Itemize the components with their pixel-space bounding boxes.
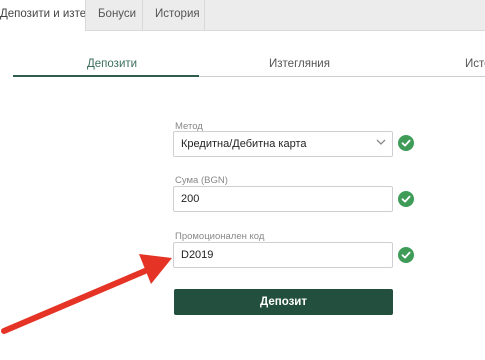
promo-code-input[interactable]: D2019 xyxy=(173,242,393,268)
promo-code-label: Промоционален код xyxy=(175,231,265,242)
amount-value: 200 xyxy=(181,193,200,205)
subtab-deposits[interactable]: Депозити xyxy=(87,58,137,70)
amount-input[interactable]: 200 xyxy=(173,186,393,212)
tab-history[interactable]: История xyxy=(143,0,205,30)
top-tab-bar: Депозити и изтегляния Бонуси История xyxy=(0,0,485,31)
tab-deposits-withdrawals[interactable]: Депозити и изтегляния xyxy=(0,0,86,31)
deposit-button[interactable]: Депозит xyxy=(174,289,393,315)
subtab-history[interactable]: Истор xyxy=(465,58,485,70)
amount-label: Сума (BGN) xyxy=(175,175,228,186)
subtab-divider xyxy=(199,76,485,77)
check-circle-icon xyxy=(398,191,414,207)
chevron-down-icon xyxy=(376,132,386,156)
check-circle-icon xyxy=(398,135,414,151)
check-circle-icon xyxy=(398,247,414,263)
active-subtab-indicator xyxy=(13,75,199,77)
tab-bonuses[interactable]: Бонуси xyxy=(86,0,143,30)
subtab-withdrawals[interactable]: Изтегляния xyxy=(269,58,330,70)
method-select[interactable]: Кредитна/Дебитна карта xyxy=(173,131,393,157)
promo-code-value: D2019 xyxy=(181,249,214,261)
method-value: Кредитна/Дебитна карта xyxy=(181,138,307,150)
